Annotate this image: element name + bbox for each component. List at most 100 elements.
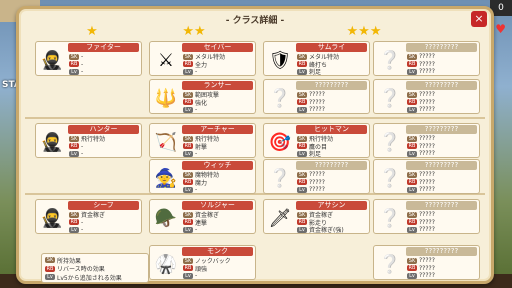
class-card-witch[interactable]: 🧙 ウィッチ SK 魔物特効 RB 魔力 Lv - [149,159,256,194]
skill-line: Lv 刺足 [297,150,367,157]
skill-line: Lv????? [407,272,477,279]
skill-line: Lv????? [407,106,477,113]
class-name: ????????? [296,81,367,90]
skill-line: SK????? [407,135,435,143]
fighter-avatar-icon: 🥷 [40,49,64,71]
skill-line: RB - [69,60,84,68]
skill-line: Lv - [69,150,139,157]
close-button[interactable]: × [471,11,487,27]
skill-line: RB 射撃 [183,143,208,151]
skill-line: RB - [69,218,84,226]
legend-line: Lv Lv5から追加される効果 [45,273,145,282]
heart-icon: ♥ [495,22,506,36]
skill-line: SK 資金稼ぎ [297,211,334,220]
soldier-avatar-icon: 🪖 [154,207,178,229]
tier-3-stars: ★★★ [346,24,382,39]
skill-line: Lv????? [407,226,477,233]
skill-line: RB????? [297,178,325,186]
skill-line: RB 魔力 [183,179,208,187]
class-name: ????????? [406,161,477,170]
skill-line: SK - [69,53,84,61]
question-mark-icon: ❔ [268,87,292,109]
class-name: ????????? [406,201,477,210]
skill-line: SK????? [407,171,435,179]
skill-line: Lv - [183,186,253,193]
class-name: ????????? [406,247,477,256]
legend-line: SK 所持効果 [45,257,82,265]
class-card-unknown[interactable]: ❔ ????????? SK????? RB????? Lv????? [263,159,370,194]
class-card-unknown[interactable]: ❔ ????????? SK????? RB????? Lv????? [263,79,370,114]
skill-line: SK????? [407,91,435,99]
skill-line: SK????? [297,91,325,99]
skill-line: SK????? [297,171,325,179]
tier-2-stars: ★★ [182,24,206,39]
skill-line: RB 鷹の目 [297,143,328,151]
class-card-lancer[interactable]: 🔱 ランサー SK 範囲攻撃 RB 強化 Lv - [149,79,256,114]
skill-line: SK 飛行特効 [183,135,220,144]
skill-line: RB????? [407,264,435,272]
class-card-unknown[interactable]: ❔ ????????? SK????? RB????? Lv????? [373,199,480,234]
class-card-samurai[interactable]: 🛡 サムライ SK メタル特効 RB 峰打ち Lv 刺足 [263,41,370,76]
skill-line: Lv - [183,226,253,233]
class-card-unknown[interactable]: ❔ ????????? SK????? RB????? Lv????? [373,79,480,114]
skill-line: RB????? [407,178,435,186]
class-card-archer[interactable]: 🏹 アーチャー SK 飛行特効 RB 射撃 Lv - [149,123,256,158]
skill-line: RB 峰打ち [297,61,328,69]
class-name: ????????? [406,43,477,52]
samurai-avatar-icon: 🛡 [268,49,292,71]
skill-line: RB????? [407,60,435,68]
skill-line: SK 範囲攻撃 [183,91,220,100]
class-card-unknown[interactable]: ❔ ????????? SK????? RB????? Lv????? [373,123,480,158]
class-card-hunter[interactable]: 🥷 ハンター SK 飛行特効 RB - Lv - [35,123,142,158]
class-name: サムライ [296,43,367,52]
class-card-fighter[interactable]: 🥷 ファイター SK - RB - Lv - [35,41,142,76]
skill-line: SK????? [407,53,435,61]
skill-line: RB 強化 [183,99,208,107]
skill-line: Lv - [183,106,253,113]
class-card-monk[interactable]: 🥋 モンク SK ノックバック RB 頑強 Lv - [149,245,256,280]
skill-line: RB - [69,142,84,150]
skill-line: SK 飛行特効 [297,135,334,144]
class-name: アサシン [296,201,367,210]
skill-line: Lv 刺足 [297,68,367,75]
class-name: ????????? [296,161,367,170]
class-name: セイバー [182,43,253,52]
skill-line: Lv - [183,150,253,157]
skill-line: Lv - [183,272,253,279]
hitman-avatar-icon: 🎯 [268,131,292,153]
skill-line: RB 連撃 [183,219,208,227]
question-mark-icon: ❔ [378,207,402,229]
question-mark-icon: ❔ [378,49,402,71]
class-name: モンク [182,247,253,256]
monk-avatar-icon: 🥋 [154,253,178,275]
skill-line: Lv - [183,68,253,75]
class-detail-panel: - クラス詳細 - × ★ ★★ ★★★ 🥷 ファイター SK - RB - Lv -… [16,6,494,284]
class-card-unknown[interactable]: ❔ ????????? SK????? RB????? Lv????? [373,41,480,76]
thief-avatar-icon: 🥷 [40,207,64,229]
assassin-avatar-icon: 🗡 [268,207,292,229]
class-card-assassin[interactable]: 🗡 アサシン SK 資金稼ぎ RB 影走り Lv 資金稼ぎ(強) [263,199,370,234]
skill-line: SK 飛行特効 [69,135,106,144]
skill-line: Lv 資金稼ぎ(強) [297,226,367,233]
skill-line: Lv????? [297,186,367,193]
class-name: ハンター [68,125,139,134]
skill-line: SK メタル特効 [183,53,226,62]
legend-line: RB リバース時の効果 [45,265,105,274]
class-card-saber[interactable]: ⚔ セイバー SK メタル特効 RB 全力 Lv - [149,41,256,76]
class-name: ランサー [182,81,253,90]
class-card-unknown[interactable]: ❔ ????????? SK????? RB????? Lv????? [373,245,480,280]
skill-line: RB 頑強 [183,265,208,273]
class-card-hitman[interactable]: 🎯 ヒットマン SK 飛行特効 RB 鷹の目 Lv 刺足 [263,123,370,158]
skill-line: Lv - [69,226,139,233]
skill-line: Lv????? [407,68,477,75]
class-card-unknown[interactable]: ❔ ????????? SK????? RB????? Lv????? [373,159,480,194]
question-mark-icon: ❔ [378,87,402,109]
skill-line: SK 資金稼ぎ [183,211,220,220]
skill-line: Lv????? [407,150,477,157]
class-name: ソルジャー [182,201,253,210]
class-card-thief[interactable]: 🥷 シーフ SK 資金稼ぎ RB - Lv - [35,199,142,234]
skill-line: SK????? [407,211,435,219]
question-mark-icon: ❔ [378,131,402,153]
skill-line: SK????? [407,257,435,265]
class-card-soldier[interactable]: 🪖 ソルジャー SK 資金稼ぎ RB 連撃 Lv - [149,199,256,234]
